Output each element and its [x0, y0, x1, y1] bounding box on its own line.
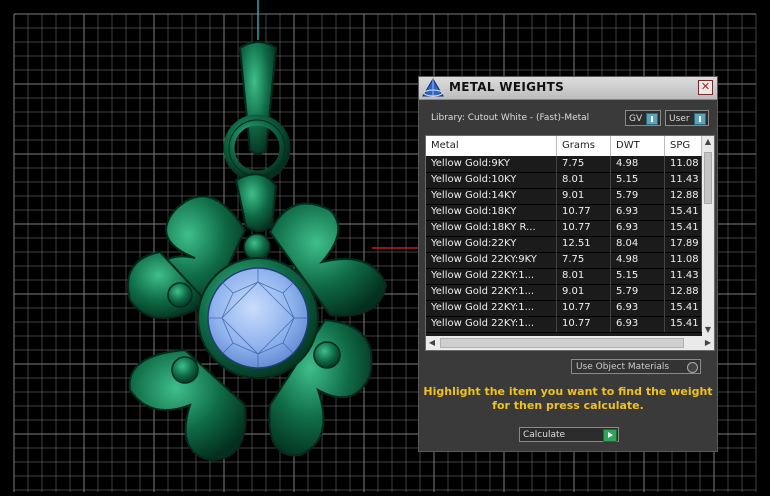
gv-label: GV: [629, 114, 643, 124]
cell-metal: Yellow Gold:18KY R...: [426, 220, 557, 236]
horizontal-scroll-thumb[interactable]: [440, 338, 684, 348]
cell-metal: Yellow Gold:9KY: [426, 156, 557, 172]
cell-dwt: 4.98: [611, 252, 665, 268]
cell-spg: 17.89: [665, 236, 702, 252]
metal-weights-panel[interactable]: METAL WEIGHTS ✕ Library: Cutout White - …: [418, 76, 718, 452]
cell-dwt: 5.79: [611, 284, 665, 300]
cell-metal: Yellow Gold 22KY:1...: [426, 268, 557, 284]
calculate-button[interactable]: Calculate: [519, 427, 619, 442]
cell-dwt: 5.15: [611, 172, 665, 188]
cell-spg: 12.88: [665, 284, 702, 300]
cell-metal: Yellow Gold:10KY: [426, 172, 557, 188]
horizontal-scrollbar[interactable]: ◀ ▶: [426, 336, 714, 350]
cell-dwt: 5.15: [611, 268, 665, 284]
table-row[interactable]: Yellow Gold:14KY 9.01 5.79 12.88: [426, 188, 702, 205]
app-logo-icon: [422, 78, 444, 97]
cell-grams: 9.01: [557, 188, 611, 204]
scroll-down-icon[interactable]: ▼: [702, 324, 714, 336]
cell-spg: 11.43: [665, 172, 702, 188]
cell-spg: 11.08: [665, 156, 702, 172]
column-header-metal[interactable]: Metal: [426, 136, 557, 156]
cell-dwt: 8.04: [611, 236, 665, 252]
column-header-spg[interactable]: SPG: [665, 136, 702, 156]
library-label: Library: Cutout White - (Fast)-Metal: [431, 113, 590, 123]
cell-dwt: 6.93: [611, 204, 665, 220]
instruction-text: Highlight the item you want to find the …: [419, 385, 717, 413]
table-row[interactable]: Yellow Gold:22KY 12.51 8.04 17.89: [426, 236, 702, 253]
scroll-right-icon[interactable]: ▶: [702, 337, 714, 349]
cell-grams: 10.77: [557, 204, 611, 220]
gv-toggle[interactable]: GV: [625, 110, 661, 126]
cell-dwt: 6.93: [611, 316, 665, 332]
user-toggle[interactable]: User: [665, 110, 709, 126]
cell-grams: 10.77: [557, 220, 611, 236]
metal-table[interactable]: Metal Grams DWT SPG Yellow Gold:9KY 7.75 4…: [425, 135, 715, 351]
table-row[interactable]: Yellow Gold 22KY:1... 8.01 5.15 11.43: [426, 268, 702, 285]
panel-titlebar[interactable]: METAL WEIGHTS ✕: [419, 77, 717, 100]
cell-dwt: 6.93: [611, 220, 665, 236]
scroll-left-icon[interactable]: ◀: [426, 337, 438, 349]
cell-grams: 7.75: [557, 252, 611, 268]
cell-dwt: 4.98: [611, 156, 665, 172]
cell-metal: Yellow Gold 22KY:9KY: [426, 252, 557, 268]
panel-title: METAL WEIGHTS: [449, 80, 565, 94]
cell-grams: 10.77: [557, 300, 611, 316]
user-label: User: [669, 114, 690, 124]
cell-grams: 7.75: [557, 156, 611, 172]
cell-metal: Yellow Gold 22KY:1...: [426, 284, 557, 300]
table-row[interactable]: Yellow Gold:9KY 7.75 4.98 11.08: [426, 156, 702, 173]
table-row[interactable]: Yellow Gold:18KY 10.77 6.93 15.41: [426, 204, 702, 221]
cell-spg: 11.08: [665, 252, 702, 268]
cell-grams: 8.01: [557, 172, 611, 188]
use-object-materials-label: Use Object Materials: [576, 362, 670, 372]
column-header-grams[interactable]: Grams: [557, 136, 611, 156]
play-arrow-icon: [603, 429, 617, 442]
cell-spg: 15.41: [665, 220, 702, 236]
toggle-icon: [646, 113, 658, 125]
cell-dwt: 5.79: [611, 188, 665, 204]
instruction-line-2: for then press calculate.: [492, 399, 644, 412]
vertical-scroll-thumb[interactable]: [704, 152, 712, 204]
cell-metal: Yellow Gold:14KY: [426, 188, 557, 204]
cell-grams: 10.77: [557, 316, 611, 332]
table-row[interactable]: Yellow Gold:10KY 8.01 5.15 11.43: [426, 172, 702, 189]
cell-spg: 15.41: [665, 204, 702, 220]
table-header: Metal Grams DWT SPG: [426, 136, 702, 156]
cell-metal: Yellow Gold 22KY:1...: [426, 300, 557, 316]
table-row[interactable]: Yellow Gold 22KY:1... 9.01 5.79 12.88: [426, 284, 702, 301]
instruction-line-1: Highlight the item you want to find the …: [423, 385, 713, 398]
table-row[interactable]: Yellow Gold 22KY:9KY 7.75 4.98 11.08: [426, 252, 702, 269]
use-object-materials-toggle[interactable]: Use Object Materials: [571, 359, 701, 374]
cell-spg: 12.88: [665, 188, 702, 204]
scroll-up-icon[interactable]: ▲: [702, 136, 714, 148]
table-row[interactable]: Yellow Gold 22KY:1... 10.77 6.93 15.41: [426, 316, 702, 333]
table-row[interactable]: Yellow Gold 22KY:1... 10.77 6.93 15.41: [426, 300, 702, 317]
calculate-label: Calculate: [523, 430, 566, 440]
table-row[interactable]: Yellow Gold:18KY R... 10.77 6.93 15.41: [426, 220, 702, 237]
vertical-scrollbar[interactable]: ▲ ▼: [702, 136, 714, 336]
cell-metal: Yellow Gold:22KY: [426, 236, 557, 252]
cell-dwt: 6.93: [611, 300, 665, 316]
cell-grams: 12.51: [557, 236, 611, 252]
toggle-icon: [694, 113, 706, 125]
cell-grams: 9.01: [557, 284, 611, 300]
cell-spg: 15.41: [665, 300, 702, 316]
cell-metal: Yellow Gold 22KY:1...: [426, 316, 557, 332]
close-icon[interactable]: ✕: [698, 80, 713, 95]
cell-spg: 15.41: [665, 316, 702, 332]
cell-grams: 8.01: [557, 268, 611, 284]
cell-spg: 11.43: [665, 268, 702, 284]
cell-metal: Yellow Gold:18KY: [426, 204, 557, 220]
column-header-dwt[interactable]: DWT: [611, 136, 665, 156]
radio-icon: [687, 362, 698, 373]
